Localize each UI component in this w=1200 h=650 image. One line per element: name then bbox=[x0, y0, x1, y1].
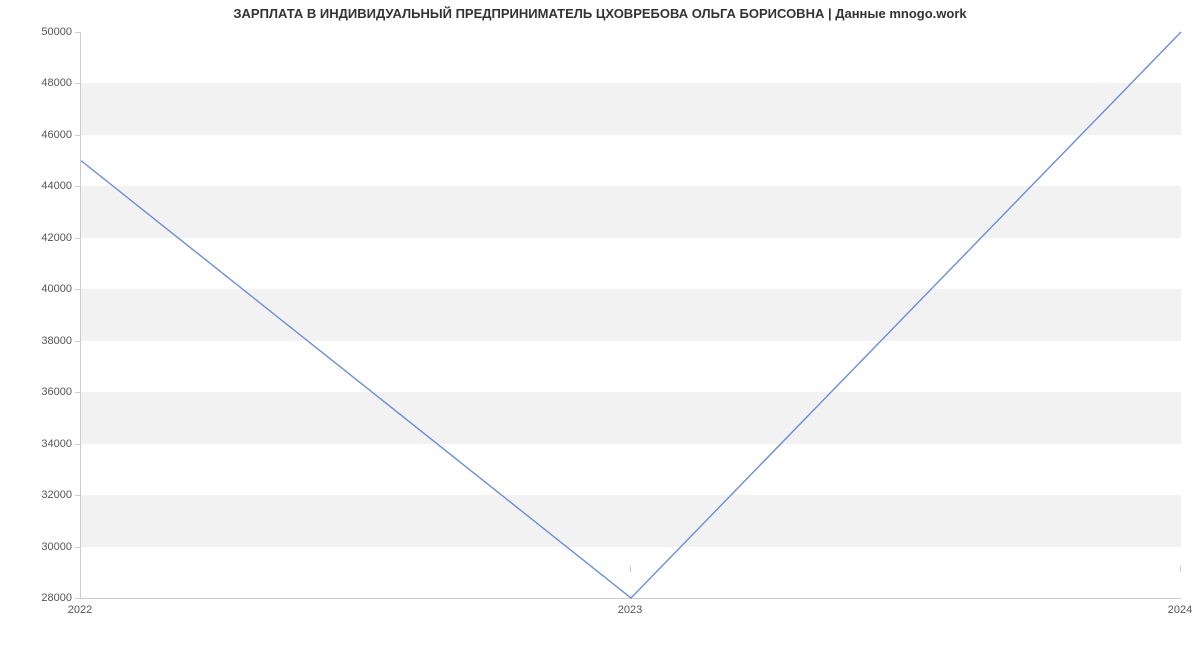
y-tick-label: 48000 bbox=[12, 77, 72, 89]
data-line bbox=[81, 32, 1181, 598]
y-tick-mark bbox=[75, 83, 81, 84]
y-tick-label: 36000 bbox=[12, 386, 72, 398]
y-tick-mark bbox=[75, 238, 81, 239]
y-tick-label: 40000 bbox=[12, 283, 72, 295]
y-tick-label: 38000 bbox=[12, 335, 72, 347]
x-tick-label: 2024 bbox=[1168, 604, 1192, 616]
chart-title: ЗАРПЛАТА В ИНДИВИДУАЛЬНЫЙ ПРЕДПРИНИМАТЕЛ… bbox=[0, 6, 1200, 21]
y-tick-label: 34000 bbox=[12, 438, 72, 450]
y-tick-mark bbox=[75, 495, 81, 496]
y-tick-mark bbox=[75, 186, 81, 187]
plot-area bbox=[80, 32, 1181, 599]
y-tick-mark bbox=[75, 32, 81, 33]
y-tick-mark bbox=[75, 289, 81, 290]
y-tick-mark bbox=[75, 135, 81, 136]
y-tick-mark bbox=[75, 547, 81, 548]
x-tick-label: 2022 bbox=[68, 604, 92, 616]
y-tick-label: 32000 bbox=[12, 489, 72, 501]
y-tick-mark bbox=[75, 444, 81, 445]
line-layer bbox=[81, 32, 1181, 598]
y-tick-label: 50000 bbox=[12, 26, 72, 38]
y-tick-mark bbox=[75, 341, 81, 342]
y-tick-label: 28000 bbox=[12, 592, 72, 604]
y-tick-mark bbox=[75, 598, 81, 599]
y-tick-label: 44000 bbox=[12, 180, 72, 192]
y-tick-label: 42000 bbox=[12, 232, 72, 244]
salary-line-chart: ЗАРПЛАТА В ИНДИВИДУАЛЬНЫЙ ПРЕДПРИНИМАТЕЛ… bbox=[0, 0, 1200, 650]
y-tick-label: 46000 bbox=[12, 129, 72, 141]
x-tick-label: 2023 bbox=[618, 604, 642, 616]
y-tick-mark bbox=[75, 392, 81, 393]
y-tick-label: 30000 bbox=[12, 541, 72, 553]
